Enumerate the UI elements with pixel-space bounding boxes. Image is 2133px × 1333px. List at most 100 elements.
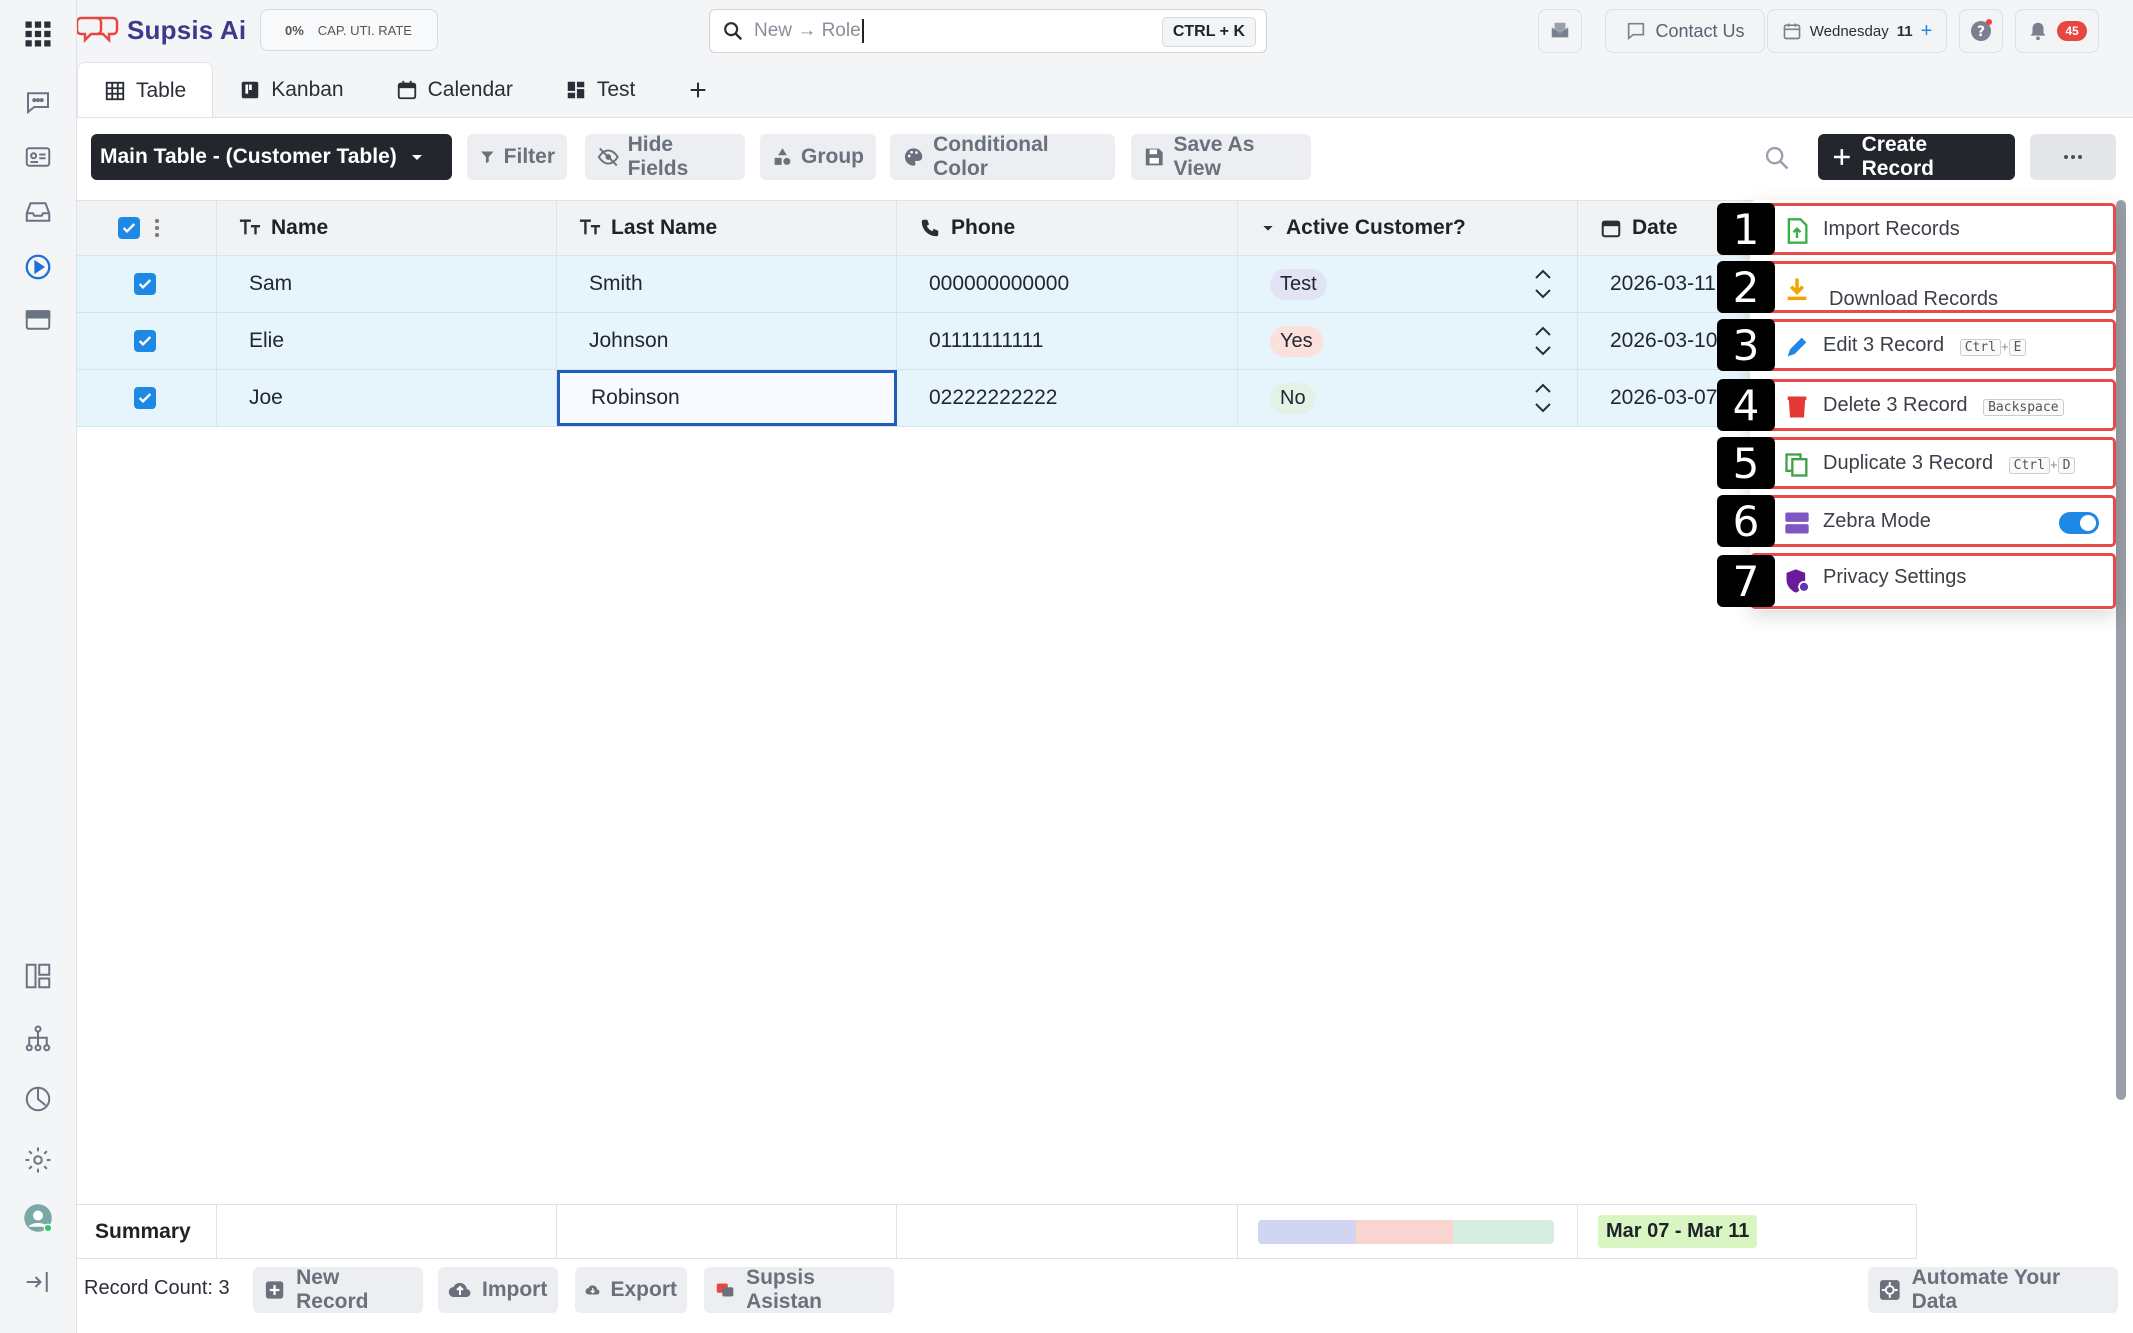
menu-item-privacy-settings[interactable]: Privacy Settings xyxy=(1750,553,2116,609)
summary-cell-active-customer[interactable] xyxy=(1238,1205,1578,1258)
conditional-color-button[interactable]: Conditional Color xyxy=(890,133,1115,180)
settings-gear-icon[interactable] xyxy=(20,1142,56,1178)
cell-last-name[interactable]: Smith xyxy=(557,256,897,312)
cell-name[interactable]: Joe xyxy=(217,370,557,426)
table-select-dropdown[interactable]: Main Table - (Customer Table) xyxy=(91,134,452,180)
save-as-view-button[interactable]: Save As View xyxy=(1131,133,1311,180)
summary-cell-date[interactable]: Mar 07 - Mar 11 xyxy=(1578,1205,1917,1258)
table-view-icon[interactable] xyxy=(20,302,56,338)
new-record-button[interactable]: New Record xyxy=(253,1266,423,1313)
create-record-button[interactable]: Create Record xyxy=(1818,133,2015,180)
menu-item-delete-records[interactable]: Delete 3 Record Backspace xyxy=(1750,379,2116,431)
inbox-icon[interactable] xyxy=(20,194,56,230)
table-row[interactable]: Joe Robinson 02222222222 No 2026-03-07 xyxy=(77,370,1917,427)
table-search-button[interactable] xyxy=(1763,144,1791,172)
cell-active-customer[interactable]: Test xyxy=(1238,256,1578,312)
search-input[interactable]: New → Role xyxy=(754,20,861,42)
global-search[interactable]: New → Role CTRL + K xyxy=(709,9,1267,53)
column-header-phone[interactable]: Phone xyxy=(897,201,1238,255)
assistant-button[interactable]: Supsis Asistan xyxy=(704,1266,894,1313)
zebra-mode-toggle[interactable] xyxy=(2059,512,2099,534)
dropdown-type-icon xyxy=(1263,226,1273,231)
menu-item-edit-records[interactable]: Edit 3 Record Ctrl + E xyxy=(1750,319,2116,371)
table-row[interactable]: Sam Smith 000000000000 Test 2026-03-11 xyxy=(77,256,1917,313)
mail-button[interactable] xyxy=(1538,9,1582,53)
summary-cell-last-name[interactable] xyxy=(557,1205,897,1258)
status-pill: Yes xyxy=(1270,325,1323,357)
export-button[interactable]: Export xyxy=(575,1267,687,1313)
hide-fields-button[interactable]: Hide Fields xyxy=(585,133,745,180)
kanban-icon xyxy=(241,81,259,99)
menu-item-zebra-mode[interactable]: Zebra Mode xyxy=(1750,495,2116,547)
table-row[interactable]: Elie Johnson 01111111111 Yes 2026-03-10 xyxy=(77,313,1917,370)
avatar[interactable] xyxy=(20,1200,56,1236)
contacts-card-icon[interactable] xyxy=(20,139,56,175)
column-header-last-name[interactable]: Last Name xyxy=(557,201,897,255)
tab-kanban[interactable]: Kanban xyxy=(213,62,369,118)
date-add[interactable]: + xyxy=(1921,20,1933,43)
calendar-icon xyxy=(1601,220,1621,238)
select-all-checkbox[interactable] xyxy=(118,217,140,239)
menu-item-import-records[interactable]: Import Records xyxy=(1750,203,2116,255)
layout-panels-icon[interactable] xyxy=(20,958,56,994)
sort-arrows-icon[interactable] xyxy=(1533,380,1553,416)
tab-test[interactable]: Test xyxy=(539,62,662,118)
cell-active-customer[interactable]: No xyxy=(1238,370,1578,426)
contact-us-button[interactable]: Contact Us xyxy=(1605,9,1765,53)
cell-active-customer[interactable]: Yes xyxy=(1238,313,1578,369)
date-weekday: Wednesday xyxy=(1809,22,1889,40)
menu-item-duplicate-records[interactable]: Duplicate 3 Record Ctrl + D xyxy=(1750,437,2116,489)
menu-item-download-records[interactable]: Download Records xyxy=(1750,261,2116,313)
filter-button[interactable]: Filter xyxy=(467,134,567,180)
row-select-cell xyxy=(77,256,217,312)
tab-calendar[interactable]: Calendar xyxy=(370,62,539,118)
automate-button[interactable]: Automate Your Data xyxy=(1868,1266,2118,1313)
column-header-name[interactable]: Name xyxy=(217,201,557,255)
cell-name[interactable]: Elie xyxy=(217,313,557,369)
help-icon: ? xyxy=(1971,19,1992,41)
apps-grid-icon[interactable] xyxy=(20,16,56,52)
row-checkbox[interactable] xyxy=(134,273,156,295)
distribution-segment xyxy=(1258,1219,1356,1244)
search-shortcut: CTRL + K xyxy=(1161,17,1256,47)
notifications-button[interactable]: 45 xyxy=(2015,9,2099,53)
import-label: Import xyxy=(482,1278,548,1301)
search-icon xyxy=(724,22,743,41)
brand-logo[interactable]: Supsis Ai xyxy=(77,12,246,48)
play-circle-icon[interactable] xyxy=(20,249,56,285)
sort-arrows-icon[interactable] xyxy=(1533,266,1553,302)
more-options-button[interactable] xyxy=(2030,134,2116,180)
cell-last-name[interactable]: Johnson xyxy=(557,313,897,369)
column-header-active-customer[interactable]: Active Customer? xyxy=(1238,201,1578,255)
new-record-label: New Record xyxy=(296,1266,369,1313)
filter-label: Filter xyxy=(503,145,555,168)
cell-phone[interactable]: 01111111111 xyxy=(897,313,1238,369)
tab-table[interactable]: Table xyxy=(77,62,214,118)
sort-arrows-icon[interactable] xyxy=(1533,323,1553,359)
cap-utilization-badge[interactable]: 0% CAP. UTI. RATE xyxy=(260,9,438,51)
row-checkbox[interactable] xyxy=(134,387,156,409)
row-checkbox[interactable] xyxy=(134,330,156,352)
cell-phone[interactable]: 000000000000 xyxy=(897,256,1238,312)
distribution-segment xyxy=(1453,1219,1554,1244)
column-header-label: Last Name xyxy=(611,216,718,239)
cell-phone[interactable]: 02222222222 xyxy=(897,370,1238,426)
vertical-scrollbar[interactable] xyxy=(2116,200,2126,1100)
kebab-icon[interactable] xyxy=(154,218,160,238)
cell-name[interactable]: Sam xyxy=(217,256,557,312)
date-button[interactable]: Wednesday 11 + xyxy=(1767,9,1947,53)
conditional-color-label: Conditional Color xyxy=(933,133,1049,180)
chat-icon[interactable] xyxy=(20,84,56,120)
help-button[interactable]: ? xyxy=(1959,9,2003,53)
cell-last-name[interactable]: Robinson xyxy=(557,370,897,426)
hierarchy-icon[interactable] xyxy=(20,1021,56,1057)
group-button[interactable]: Group xyxy=(760,134,876,180)
import-button[interactable]: Import xyxy=(438,1267,558,1313)
add-tab-button[interactable] xyxy=(661,62,735,118)
collapse-sidebar-icon[interactable] xyxy=(20,1264,56,1300)
summary-cell-phone[interactable] xyxy=(897,1205,1238,1258)
notification-count-badge: 45 xyxy=(2057,21,2087,41)
summary-cell-name[interactable] xyxy=(217,1205,557,1258)
analytics-clock-icon[interactable] xyxy=(20,1081,56,1117)
filter-icon xyxy=(481,151,494,164)
